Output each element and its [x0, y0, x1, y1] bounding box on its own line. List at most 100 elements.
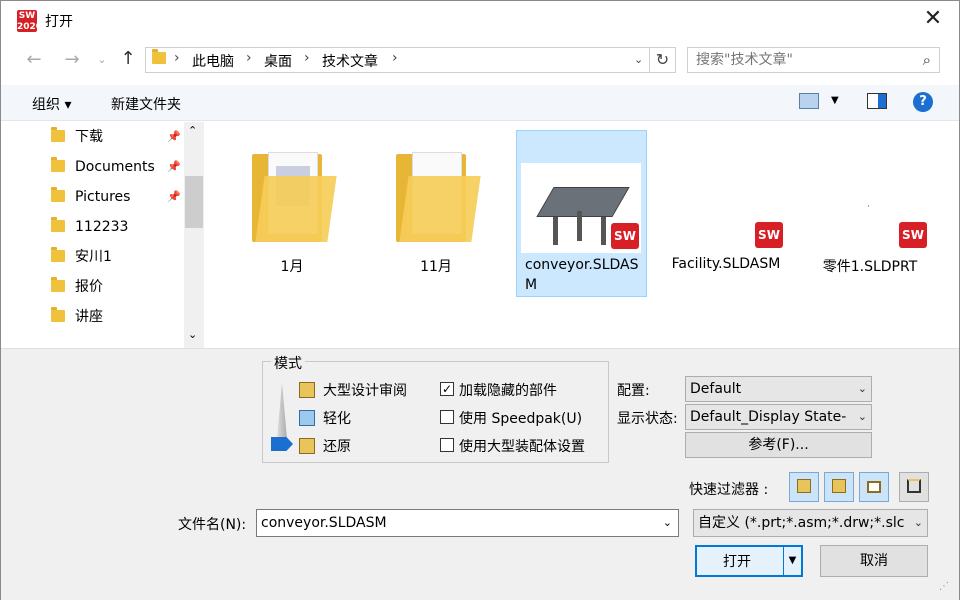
- window-title: 打开: [45, 14, 73, 30]
- pin-icon[interactable]: 📌: [167, 190, 181, 203]
- sidebar-scrollbar[interactable]: ⌃ ⌄: [184, 122, 204, 348]
- filter-top-level-button[interactable]: [899, 472, 929, 502]
- cancel-button[interactable]: 取消: [820, 545, 928, 577]
- address-dropdown-icon[interactable]: ⌄: [634, 53, 643, 66]
- display-state-select[interactable]: Default_Display State- ⌄: [685, 404, 872, 430]
- forward-arrow-icon[interactable]: →: [61, 49, 83, 71]
- solidworks-part-badge-icon: SW: [899, 222, 927, 248]
- folder-icon: [152, 49, 166, 67]
- configuration-select[interactable]: Default ⌄: [685, 376, 872, 402]
- folder-icon: [51, 307, 65, 322]
- large-assembly-settings-checkbox[interactable]: [440, 438, 454, 452]
- toolbar: 组织 ▾ 新建文件夹 ▼ ?: [1, 85, 959, 121]
- navigation-pane: 下载 📌 Documents 📌 Pictures 📌 112233 安川1 报…: [1, 122, 205, 348]
- chevron-right-icon[interactable]: ›: [392, 50, 398, 66]
- chevron-down-icon: ⌄: [857, 382, 867, 395]
- file-type-select[interactable]: 自定义 (*.prt;*.asm;*.drw;*.slc ⌄: [693, 509, 928, 537]
- mode-option-resolved[interactable]: 还原: [299, 436, 351, 456]
- top-level-assembly-icon: [907, 479, 921, 493]
- title-bar: SW 2020 打开 ✕: [1, 1, 959, 39]
- file-item-conveyor[interactable]: SW conveyor.SLDASM: [516, 130, 647, 297]
- folder-icon: [51, 247, 65, 262]
- folder-icon: [51, 217, 65, 232]
- file-item-folder[interactable]: 11月: [371, 130, 501, 288]
- chevron-right-icon[interactable]: ›: [304, 50, 310, 66]
- file-item-folder[interactable]: 1月: [227, 130, 357, 288]
- solidworks-assembly-badge-icon: SW: [611, 223, 639, 249]
- folder-icon: [396, 146, 481, 242]
- assembly-icon: [832, 479, 846, 493]
- sidebar-item-documents[interactable]: Documents: [51, 154, 155, 180]
- large-assembly-settings-label: 使用大型装配体设置: [459, 439, 585, 455]
- display-state-label: 显示状态:: [617, 411, 678, 427]
- open-dialog: SW 2020 打开 ✕ ← → ⌄ ↑ › 此电脑 › 桌面 › 技术文章 › …: [0, 0, 960, 600]
- address-bar[interactable]: › 此电脑 › 桌面 › 技术文章 › ⌄: [145, 47, 650, 73]
- pin-icon[interactable]: 📌: [167, 160, 181, 173]
- part-icon: [797, 479, 811, 493]
- lightweight-icon: [299, 410, 315, 426]
- filename-input[interactable]: conveyor.SLDASM ⌄: [256, 509, 679, 537]
- back-arrow-icon[interactable]: ←: [23, 49, 45, 71]
- filter-drawings-button[interactable]: [859, 472, 889, 502]
- quick-filter-label: 快速过滤器 :: [689, 482, 769, 498]
- sidebar-item-quote[interactable]: 报价: [51, 274, 103, 300]
- folder-icon: [51, 277, 65, 292]
- scrollbar-thumb[interactable]: [185, 176, 203, 228]
- new-folder-button[interactable]: 新建文件夹: [111, 94, 181, 114]
- sidebar-item-pictures[interactable]: Pictures: [51, 184, 130, 210]
- file-list: 1月 11月 SW conveyor.SLDASM SW Facility.SL…: [205, 122, 959, 348]
- sidebar-item-112233[interactable]: 112233: [51, 214, 128, 240]
- references-button[interactable]: 参考(F)...: [685, 432, 872, 458]
- mode-option-large-design-review[interactable]: 大型设计审阅: [299, 380, 407, 400]
- scroll-down-icon[interactable]: ⌄: [188, 328, 197, 341]
- help-icon[interactable]: ?: [913, 92, 933, 112]
- preview-pane-icon[interactable]: [867, 93, 887, 109]
- mode-option-lightweight[interactable]: 轻化: [299, 408, 351, 428]
- scroll-up-icon[interactable]: ⌃: [188, 124, 197, 137]
- configuration-label: 配置:: [617, 383, 650, 399]
- download-folder-icon: [51, 127, 65, 142]
- filename-label: 文件名(N):: [178, 517, 247, 533]
- drawing-icon: [867, 481, 881, 493]
- close-button[interactable]: ✕: [919, 5, 947, 33]
- up-arrow-icon[interactable]: ↑: [117, 48, 139, 70]
- pictures-folder-icon: [51, 187, 65, 202]
- documents-folder-icon: [51, 157, 65, 172]
- solidworks-assembly-badge-icon: SW: [755, 222, 783, 248]
- chevron-right-icon[interactable]: ›: [174, 50, 180, 66]
- sidebar-item-lecture[interactable]: 讲座: [51, 304, 103, 330]
- view-icon[interactable]: [799, 93, 819, 109]
- search-box[interactable]: ⌕: [687, 47, 940, 73]
- filter-parts-button[interactable]: [789, 472, 819, 502]
- sidebar-item-downloads[interactable]: 下载: [51, 124, 103, 150]
- search-input[interactable]: [688, 48, 908, 72]
- breadcrumb-tech-articles[interactable]: 技术文章: [322, 51, 378, 71]
- use-speedpak-label: 使用 Speedpak(U): [459, 411, 583, 427]
- chevron-right-icon[interactable]: ›: [246, 50, 252, 66]
- folder-icon: [252, 146, 337, 242]
- filter-assemblies-button[interactable]: [824, 472, 854, 502]
- solidworks-logo-icon: SW 2020: [17, 10, 43, 32]
- use-speedpak-checkbox[interactable]: [440, 410, 454, 424]
- pin-icon[interactable]: 📌: [167, 130, 181, 143]
- breadcrumb-desktop[interactable]: 桌面: [264, 51, 292, 71]
- resolved-icon: [299, 438, 315, 454]
- load-hidden-components-checkbox[interactable]: ✓: [440, 382, 454, 396]
- chevron-down-icon[interactable]: ⌄: [663, 510, 672, 536]
- view-dropdown-icon[interactable]: ▼: [831, 95, 839, 106]
- organize-menu[interactable]: 组织 ▾: [32, 94, 71, 114]
- load-hidden-components-label: 加载隐藏的部件: [459, 383, 557, 399]
- chevron-down-icon: ⌄: [911, 510, 923, 536]
- open-dropdown-icon[interactable]: ▼: [783, 547, 801, 575]
- recent-chevron-icon[interactable]: ⌄: [91, 49, 113, 71]
- file-item-part[interactable]: · SW 零件1.SLDPRT: [805, 130, 945, 288]
- file-item-facility[interactable]: SW Facility.SLDASM: [661, 130, 791, 288]
- resize-grip-icon[interactable]: ⋰: [939, 581, 949, 592]
- search-icon[interactable]: ⌕: [923, 51, 931, 69]
- sidebar-item-anchuan1[interactable]: 安川1: [51, 244, 112, 270]
- refresh-button[interactable]: ↻: [650, 47, 676, 73]
- breadcrumb-this-pc[interactable]: 此电脑: [192, 51, 234, 71]
- mode-group-title: 模式: [271, 353, 305, 373]
- large-design-review-icon: [299, 382, 315, 398]
- open-button[interactable]: 打开 ▼: [695, 545, 803, 577]
